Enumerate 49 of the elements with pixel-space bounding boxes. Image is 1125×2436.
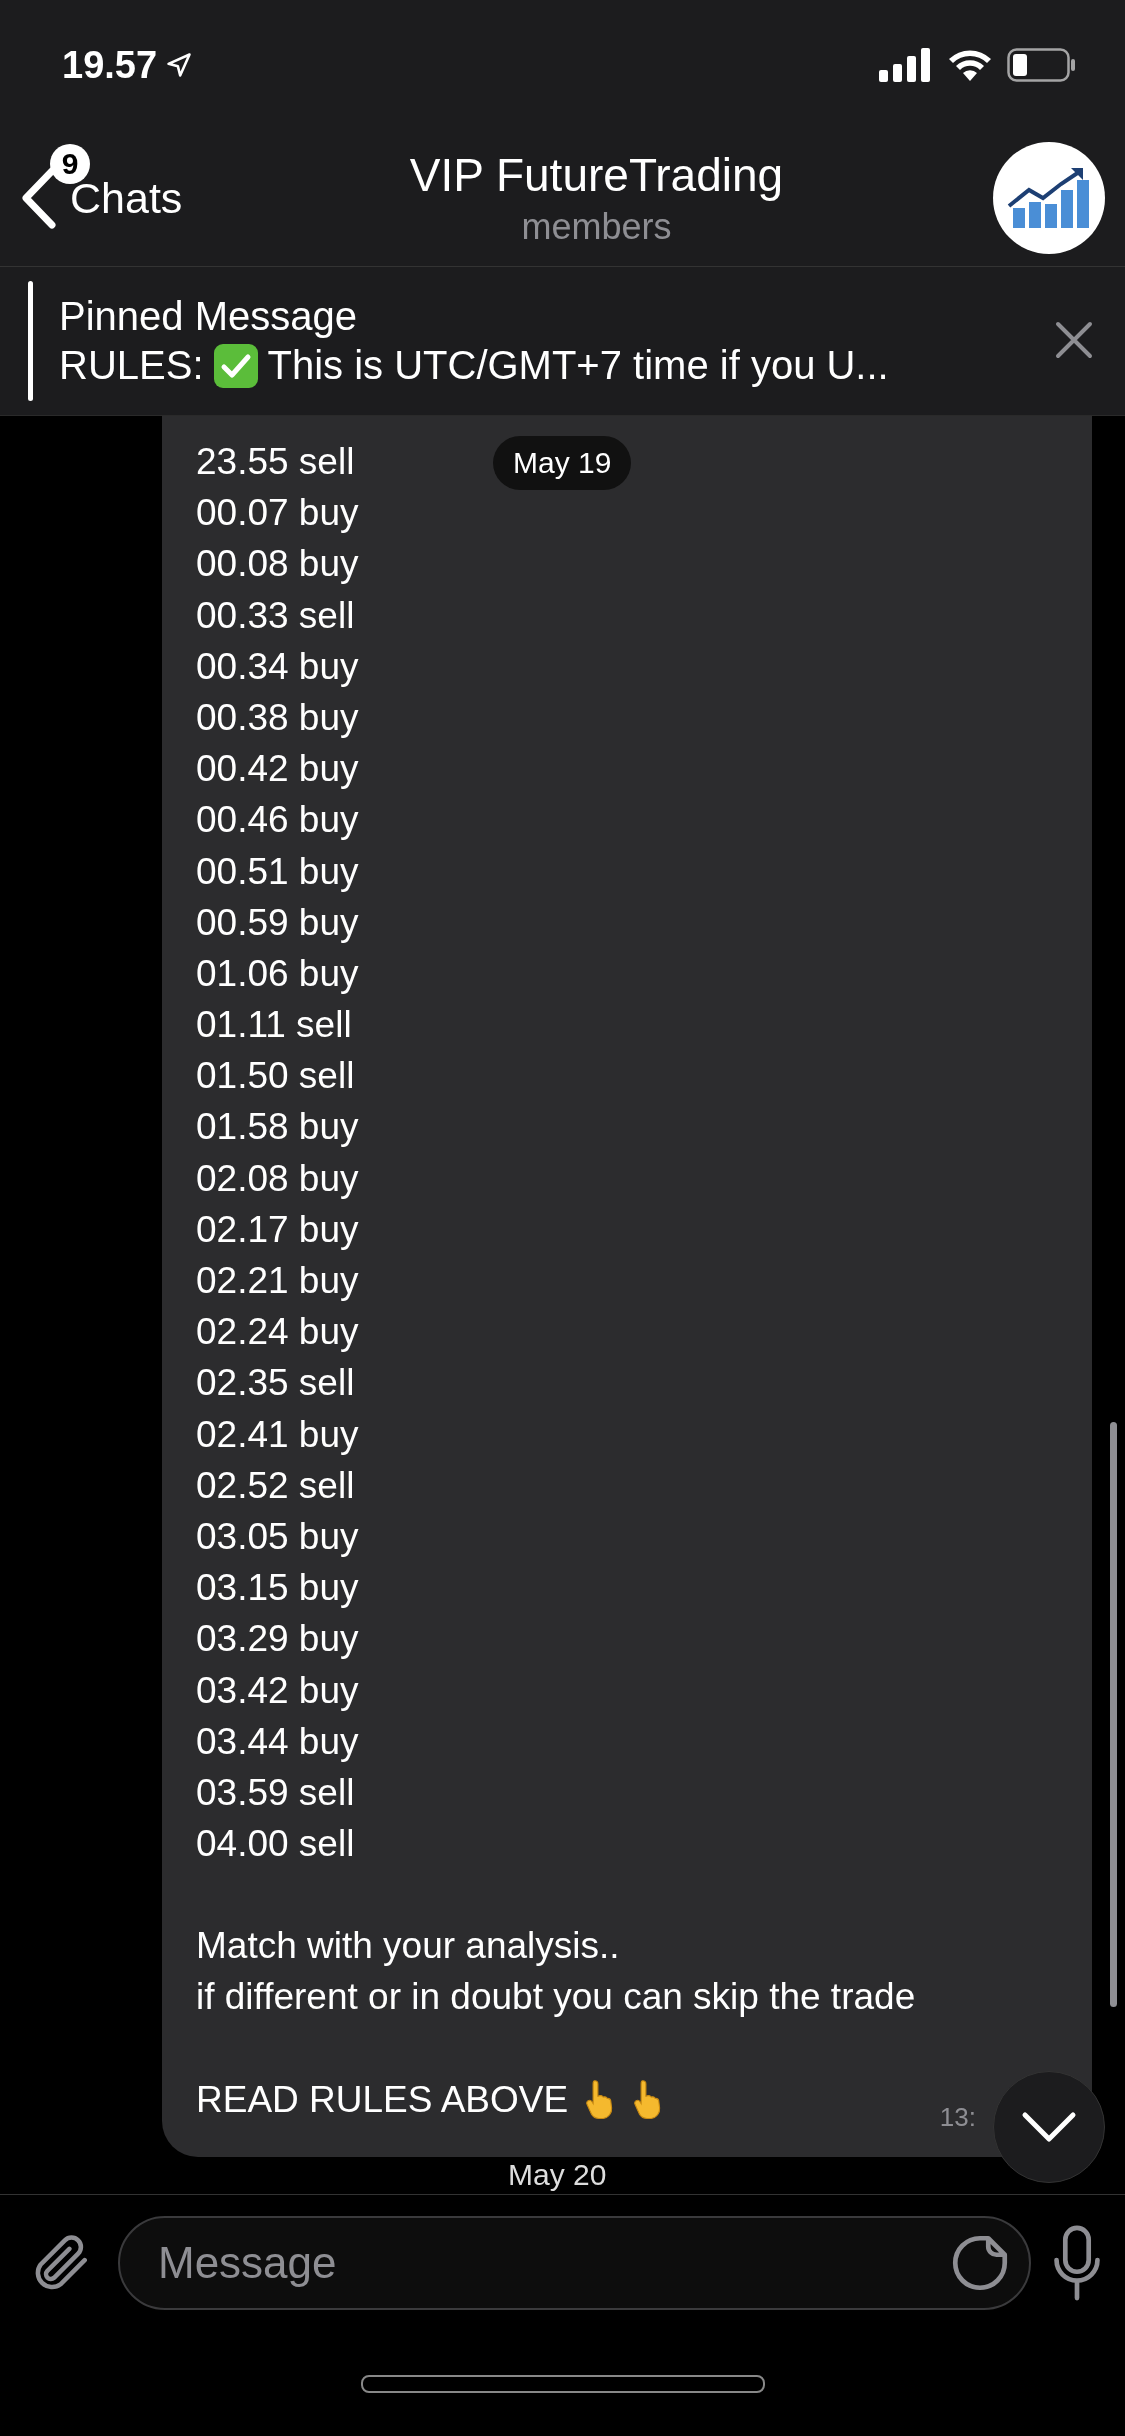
message-line: 02.21 buy (196, 1259, 359, 1303)
message-line: 02.08 buy (196, 1156, 359, 1201)
message-line: 01.11 sell (196, 1003, 352, 1048)
signal-icon (879, 48, 933, 82)
message-line: 01.58 buy (196, 1105, 359, 1150)
chat-title: VIP FutureTrading (409, 148, 784, 202)
date-label: May 20 (508, 2158, 607, 2192)
message-line: 00.42 buy (196, 747, 359, 792)
message-line: 00.08 buy (196, 542, 359, 587)
message-line: 03.15 buy (196, 1566, 359, 1611)
battery-icon (1007, 48, 1077, 82)
message-line: 00.38 buy (196, 695, 359, 740)
message-line: 00.34 buy (196, 644, 359, 689)
date-pill: May 19 (493, 436, 632, 490)
message-time: 13: (939, 2101, 976, 2133)
message-line: 00.33 sell (196, 593, 355, 638)
message-line: 00.51 buy (196, 849, 359, 894)
pinned-title: Pinned Message (59, 294, 358, 339)
location-arrow-icon (165, 51, 194, 79)
message-line: 03.42 buy (196, 1668, 359, 1713)
message-line: 01.06 buy (196, 951, 359, 996)
pinned-label: RULES: (59, 343, 204, 388)
message-line: 02.17 buy (196, 1207, 359, 1252)
message-line: 02.52 sell (196, 1463, 355, 1508)
message-line: Match with your analysis.. (196, 1924, 620, 1969)
pinned-text: This is UTC/GMT+7 time if you U... (267, 343, 889, 388)
message-line: 00.59 buy (196, 900, 359, 945)
unread-badge: 9 (50, 144, 90, 184)
message-line: 04.00 sell (196, 1822, 355, 1867)
message-line: 03.44 buy (196, 1719, 359, 1764)
message-line: 03.29 buy (196, 1617, 359, 1662)
message-line: 01.50 sell (196, 1054, 355, 1099)
check-mark-icon (213, 343, 258, 388)
member-count: members (521, 206, 672, 248)
message-line: if different or in doubt you can skip the trade (196, 1975, 916, 2020)
message-line: 02.24 buy (196, 1310, 359, 1355)
message-line: 00.46 buy (196, 798, 359, 843)
microphone-icon[interactable] (1053, 2225, 1101, 2301)
wifi-icon (947, 48, 993, 82)
message-line: 00.07 buy (196, 491, 359, 536)
message-line: 03.05 buy (196, 1514, 359, 1559)
message-line: 03.59 sell (196, 1770, 355, 1815)
message-line: 02.35 sell (196, 1361, 355, 1406)
status-time: 19.57 (62, 43, 194, 87)
chevron-down-icon[interactable] (1021, 2111, 1077, 2143)
message-line: 02.41 buy (196, 1412, 359, 1457)
message-line: READ RULES ABOVE (196, 2077, 569, 2122)
message-line: 23.55 sell (196, 440, 355, 484)
message-field[interactable]: Message (118, 2216, 1031, 2310)
